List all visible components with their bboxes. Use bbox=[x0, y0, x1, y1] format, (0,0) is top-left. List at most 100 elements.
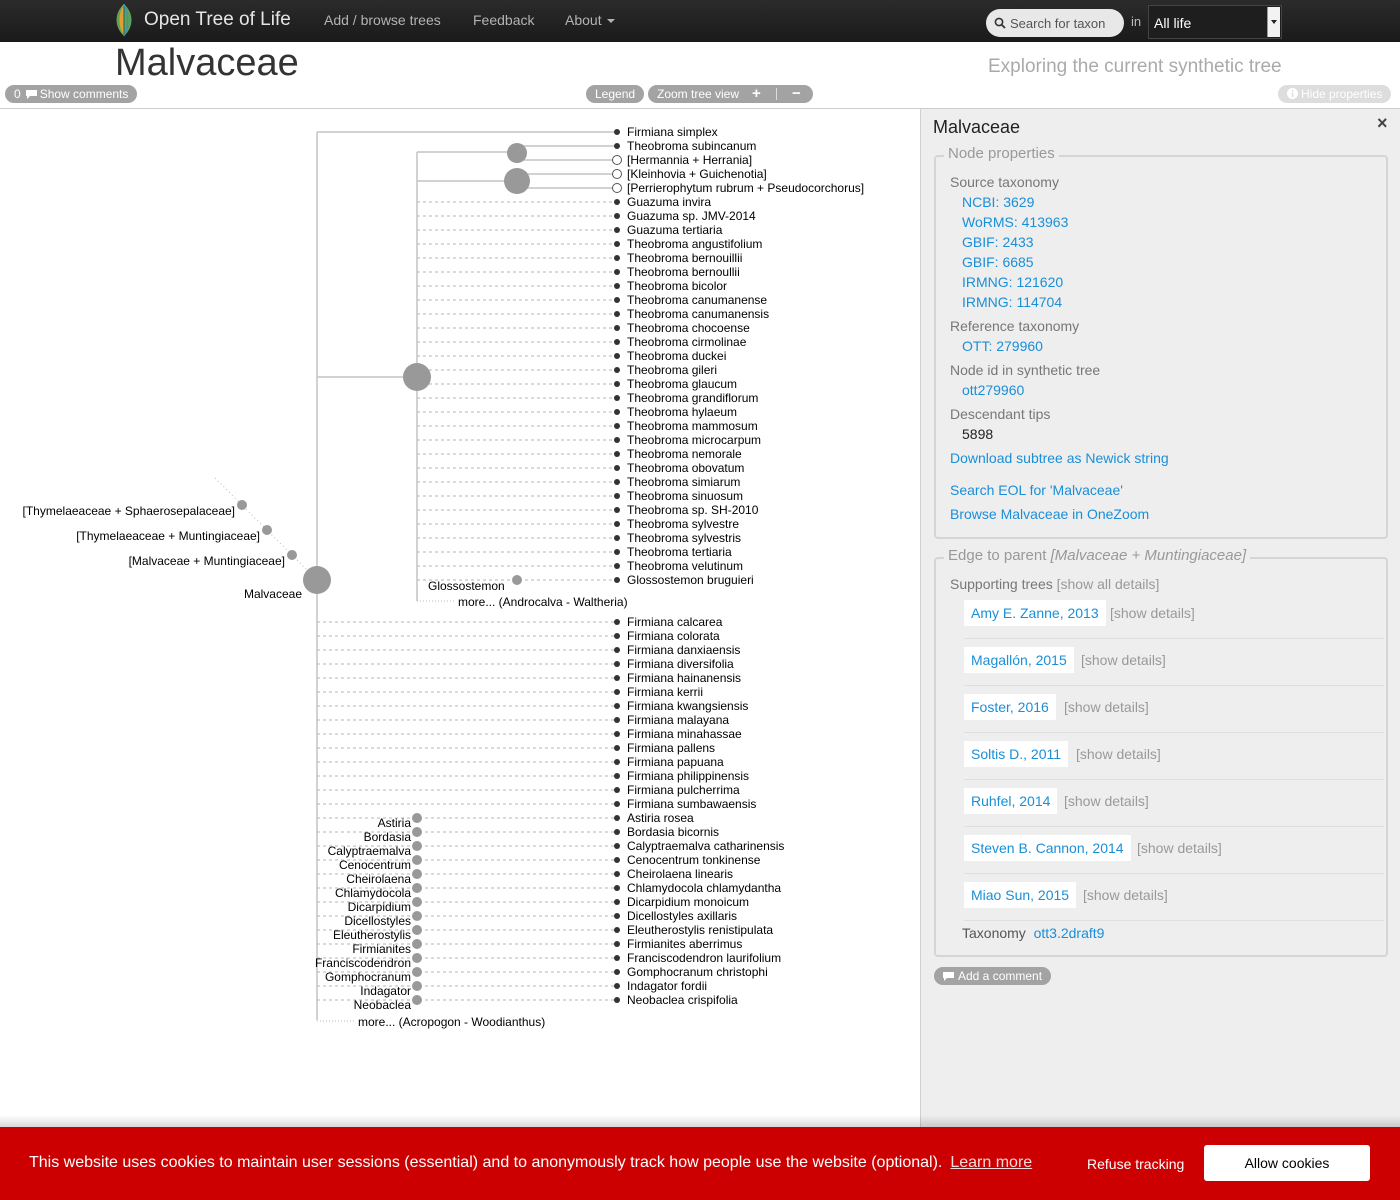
genus-label[interactable]: Glossostemon bbox=[428, 579, 505, 593]
genus-label[interactable]: Bordasia bbox=[364, 830, 412, 844]
tip-node[interactable] bbox=[614, 241, 620, 247]
show-details-link[interactable]: [show details] bbox=[1110, 605, 1195, 621]
genus-label[interactable]: Neobaclea bbox=[354, 998, 412, 1012]
tip-node[interactable] bbox=[614, 381, 620, 387]
tip-node[interactable] bbox=[614, 535, 620, 541]
refuse-tracking-button[interactable]: Refuse tracking bbox=[1087, 1156, 1184, 1172]
supporting-tree-link[interactable]: Amy E. Zanne, 2013 bbox=[964, 600, 1106, 626]
tip-label[interactable]: Theobroma mammosum bbox=[627, 419, 758, 433]
close-icon[interactable]: × bbox=[1377, 113, 1388, 134]
tip-label[interactable]: Firmiana pallens bbox=[627, 741, 715, 755]
tip-label[interactable]: Theobroma simiarum bbox=[627, 475, 740, 489]
tip-label[interactable]: Firmiana kerrii bbox=[627, 685, 703, 699]
tip-node[interactable] bbox=[614, 507, 620, 513]
genus-node[interactable] bbox=[412, 883, 422, 893]
tip-node[interactable] bbox=[614, 199, 620, 205]
nav-feedback[interactable]: Feedback bbox=[473, 12, 534, 28]
tip-node[interactable] bbox=[614, 829, 620, 835]
tip-label[interactable]: Glossostemon bruguieri bbox=[627, 573, 754, 587]
tip-node[interactable] bbox=[614, 395, 620, 401]
ancestor-node[interactable] bbox=[237, 500, 247, 510]
tip-node[interactable] bbox=[614, 143, 620, 149]
tip-node[interactable] bbox=[614, 689, 620, 695]
show-all-details-link[interactable]: [show all details] bbox=[1057, 576, 1160, 592]
more-link[interactable]: more... (Androcalva - Waltheria) bbox=[458, 595, 628, 609]
tip-node[interactable] bbox=[614, 479, 620, 485]
search-taxon-button[interactable]: Search for taxon bbox=[986, 9, 1124, 37]
ancestor-label[interactable]: [Malvaceae + Muntingiaceae] bbox=[129, 554, 285, 568]
tip-node[interactable] bbox=[614, 325, 620, 331]
search-scope-select[interactable]: All life bbox=[1148, 5, 1282, 39]
legend-button[interactable]: Legend bbox=[586, 85, 645, 103]
genus-node[interactable] bbox=[412, 841, 422, 851]
tip-node[interactable] bbox=[614, 549, 620, 555]
tip-label[interactable]: Theobroma sylvestris bbox=[627, 531, 741, 545]
tip-node[interactable] bbox=[614, 451, 620, 457]
taxonomy-version-link[interactable]: ott3.2draft9 bbox=[1034, 925, 1105, 941]
tip-label[interactable]: Theobroma bernouillii bbox=[627, 251, 742, 265]
ancestor-node[interactable] bbox=[287, 550, 297, 560]
tip-label[interactable]: Firmiana pulcherrima bbox=[627, 783, 740, 797]
genus-label[interactable]: Firmianites bbox=[352, 942, 411, 956]
brand-home-link[interactable]: Open Tree of Life bbox=[112, 2, 291, 38]
tip-label[interactable]: Firmiana malayana bbox=[627, 713, 729, 727]
tip-label[interactable]: Chlamydocola chlamydantha bbox=[627, 881, 781, 895]
tip-label[interactable]: Bordasia bicornis bbox=[627, 825, 719, 839]
tip-node[interactable] bbox=[614, 913, 620, 919]
genus-label[interactable]: Indagator bbox=[360, 984, 411, 998]
tip-label[interactable]: Firmiana calcarea bbox=[627, 615, 723, 629]
ancestor-node[interactable] bbox=[262, 525, 272, 535]
source-link-gbif-1[interactable]: GBIF: 2433 bbox=[962, 234, 1034, 250]
tip-label[interactable]: Guazuma sp. JMV-2014 bbox=[627, 209, 756, 223]
genus-label[interactable]: Calyptraemalva bbox=[328, 844, 412, 858]
show-details-link[interactable]: [show details] bbox=[1081, 652, 1166, 668]
learn-more-link[interactable]: Learn more bbox=[950, 1154, 1032, 1171]
tip-label[interactable]: Firmiana papuana bbox=[627, 755, 724, 769]
ancestor-label[interactable]: [Thymelaeaceae + Sphaerosepalaceae] bbox=[23, 504, 235, 518]
tip-node[interactable] bbox=[614, 927, 620, 933]
genus-label[interactable]: Cenocentrum bbox=[339, 858, 411, 872]
tip-label[interactable]: Firmianites aberrimus bbox=[627, 937, 742, 951]
genus-label[interactable]: Gomphocranum bbox=[325, 970, 411, 984]
tip-label[interactable]: Firmiana simplex bbox=[627, 125, 718, 139]
tip-label[interactable]: [Hermannia + Herrania] bbox=[627, 153, 752, 167]
allow-cookies-button[interactable]: Allow cookies bbox=[1204, 1145, 1370, 1181]
tip-node[interactable] bbox=[614, 885, 620, 891]
genus-node[interactable] bbox=[412, 981, 422, 991]
tip-label[interactable]: Firmiana kwangsiensis bbox=[627, 699, 748, 713]
tip-node[interactable] bbox=[614, 787, 620, 793]
tip-label[interactable]: Neobaclea crispifolia bbox=[627, 993, 738, 1007]
tip-label[interactable]: Theobroma tertiaria bbox=[627, 545, 732, 559]
genus-node[interactable] bbox=[412, 855, 422, 865]
tip-node[interactable] bbox=[614, 899, 620, 905]
genus-label[interactable]: Chlamydocola bbox=[335, 886, 411, 900]
tip-node[interactable] bbox=[614, 703, 620, 709]
genus-label[interactable]: Cheirolaena bbox=[346, 872, 411, 886]
add-comment-button[interactable]: Add a comment bbox=[934, 967, 1052, 985]
source-link-irmng-1[interactable]: IRMNG: 121620 bbox=[962, 274, 1063, 290]
tip-label[interactable]: Astiria rosea bbox=[627, 811, 694, 825]
tip-label[interactable]: Cheirolaena linearis bbox=[627, 867, 733, 881]
genus-label[interactable]: Astiria bbox=[378, 816, 412, 830]
genus-node[interactable] bbox=[412, 897, 422, 907]
tip-label[interactable]: Theobroma hylaeum bbox=[627, 405, 737, 419]
tip-label[interactable]: Theobroma obovatum bbox=[627, 461, 744, 475]
tip-node[interactable] bbox=[612, 155, 622, 165]
tip-label[interactable]: Theobroma sylvestre bbox=[627, 517, 739, 531]
tip-node[interactable] bbox=[614, 297, 620, 303]
tip-label[interactable]: [Perrierophytum rubrum + Pseudocorchorus… bbox=[627, 181, 864, 195]
tip-label[interactable]: Firmiana diversifolia bbox=[627, 657, 734, 671]
genus-node[interactable] bbox=[412, 925, 422, 935]
genus-node[interactable] bbox=[512, 575, 522, 585]
tip-node[interactable] bbox=[614, 983, 620, 989]
nav-about-dropdown[interactable]: About bbox=[565, 12, 615, 28]
tip-label[interactable]: Cenocentrum tonkinense bbox=[627, 853, 761, 867]
tip-node[interactable] bbox=[614, 423, 620, 429]
supporting-tree-link[interactable]: Soltis D., 2011 bbox=[964, 741, 1069, 767]
tip-node[interactable] bbox=[612, 183, 622, 193]
tip-label[interactable]: Firmiana colorata bbox=[627, 629, 720, 643]
tip-node[interactable] bbox=[612, 169, 622, 179]
show-details-link[interactable]: [show details] bbox=[1064, 699, 1149, 715]
tip-node[interactable] bbox=[614, 493, 620, 499]
tip-label[interactable]: [Kleinhovia + Guichenotia] bbox=[627, 167, 767, 181]
